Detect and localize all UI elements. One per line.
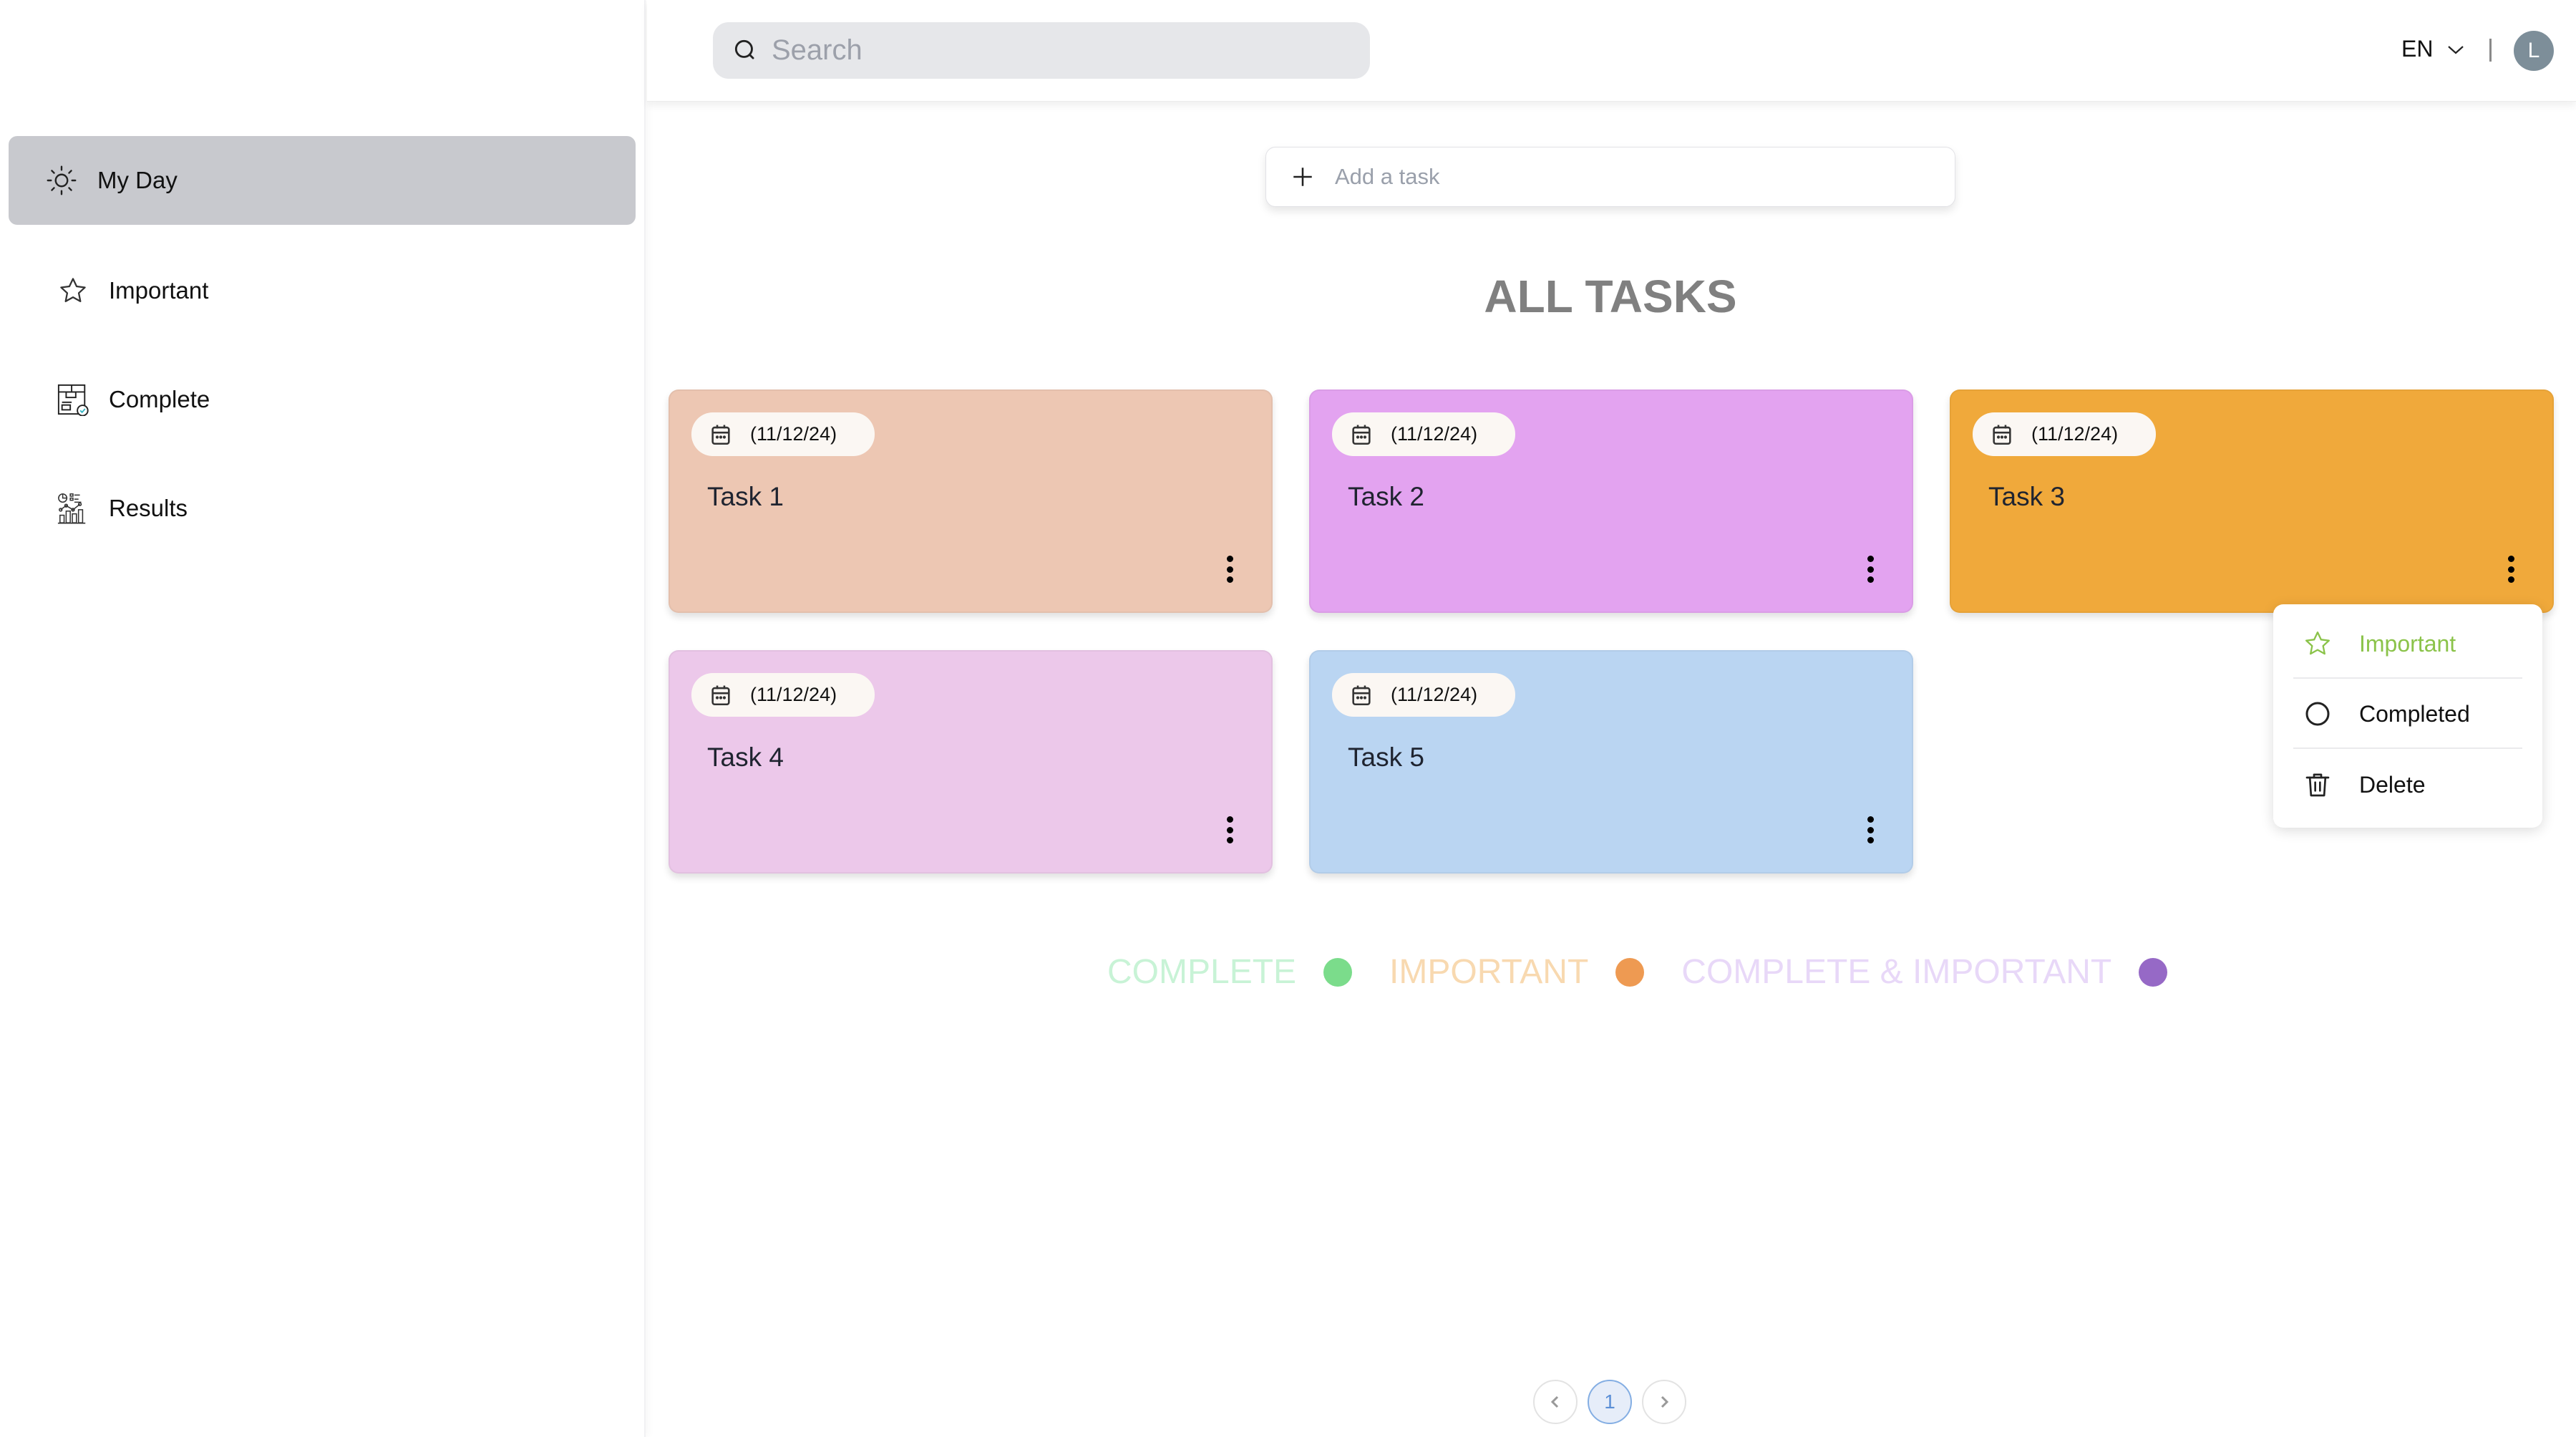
- star-icon: [56, 274, 90, 308]
- search-input[interactable]: [772, 34, 1344, 67]
- task-card[interactable]: (11/12/24) Task 1: [669, 390, 1273, 613]
- page-number: 1: [1604, 1390, 1615, 1413]
- sidebar-item-label: My Day: [97, 167, 178, 193]
- task-date: (11/12/24): [750, 423, 837, 445]
- sidebar-item-complete[interactable]: Complete: [9, 355, 636, 444]
- header-divider: [2489, 39, 2492, 62]
- legend-dot-important: [1615, 957, 1645, 987]
- more-options-icon[interactable]: [1221, 812, 1238, 848]
- chevron-right-icon: [1661, 1395, 1669, 1408]
- task-title: Task 5: [1348, 742, 1424, 772]
- calendar-icon: [1349, 422, 1374, 447]
- task-title: Task 3: [1988, 482, 2065, 511]
- calendar-icon: [709, 682, 733, 708]
- task-card[interactable]: (11/12/24) Task 2: [1309, 390, 1913, 613]
- menu-item-label: Important: [2359, 630, 2456, 657]
- task-date: (11/12/24): [750, 684, 837, 705]
- task-card[interactable]: (11/12/24) Task 5: [1309, 650, 1913, 874]
- menu-item-label: Delete: [2359, 771, 2426, 798]
- sun-icon: [44, 163, 79, 198]
- page-button-current[interactable]: 1: [1588, 1380, 1632, 1424]
- task-title: Task 2: [1348, 482, 1424, 511]
- previous-page-button[interactable]: [1533, 1380, 1578, 1424]
- plus-icon: [1291, 165, 1315, 189]
- calendar-icon: [1990, 422, 2014, 447]
- more-options-icon[interactable]: [1862, 812, 1879, 848]
- language-label: EN: [2401, 36, 2434, 62]
- circle-icon: [2303, 700, 2332, 728]
- avatar[interactable]: L: [2514, 31, 2554, 71]
- calendar-icon: [1349, 682, 1374, 708]
- task-context-menu: Important Completed Delete: [2273, 604, 2542, 828]
- add-task-input[interactable]: [1335, 164, 1922, 190]
- sidebar-item-results[interactable]: Results: [9, 464, 636, 553]
- task-date: (11/12/24): [1391, 423, 1478, 445]
- trash-icon: [2303, 770, 2332, 799]
- sidebar-item-important[interactable]: Important: [9, 246, 636, 335]
- menu-item-important[interactable]: Important: [2293, 610, 2522, 679]
- top-header: EN L: [647, 0, 2576, 102]
- next-page-button[interactable]: [1642, 1380, 1686, 1424]
- calendar-icon: [709, 422, 733, 447]
- sidebar-item-label: Results: [109, 495, 188, 521]
- date-badge: (11/12/24): [691, 412, 875, 456]
- date-badge: (11/12/24): [691, 673, 875, 717]
- date-badge: (11/12/24): [1332, 673, 1515, 717]
- star-icon: [2303, 629, 2332, 658]
- language-selector[interactable]: EN: [2401, 36, 2466, 62]
- more-options-icon[interactable]: [1862, 551, 1879, 587]
- menu-item-label: Completed: [2359, 700, 2470, 727]
- chevron-left-icon: [1550, 1395, 1559, 1408]
- chevron-down-icon: [2446, 42, 2466, 57]
- sidebar: My Day Important Complete Results: [0, 0, 646, 1437]
- pagination: 1: [1533, 1380, 1686, 1424]
- avatar-initial: L: [2527, 39, 2540, 62]
- sidebar-item-label: Complete: [109, 386, 210, 412]
- task-title: Task 1: [707, 482, 784, 511]
- more-options-icon[interactable]: [2502, 551, 2519, 587]
- legend-label-important: IMPORTANT: [1389, 953, 1589, 991]
- status-legend: COMPLETE IMPORTANT COMPLETE & IMPORTANT: [1107, 952, 2168, 992]
- add-task-bar[interactable]: [1265, 147, 1955, 207]
- date-badge: (11/12/24): [1332, 412, 1515, 456]
- search-bar[interactable]: [713, 22, 1370, 79]
- legend-dot-complete-important: [2139, 957, 2168, 987]
- legend-dot-complete: [1323, 957, 1353, 987]
- page-title: ALL TASKS: [1484, 271, 1737, 322]
- task-card[interactable]: (11/12/24) Task 3: [1950, 390, 2554, 613]
- more-options-icon[interactable]: [1221, 551, 1238, 587]
- legend-label-complete-important: COMPLETE & IMPORTANT: [1681, 953, 2112, 991]
- analytics-icon: [56, 491, 90, 526]
- complete-box-icon: [56, 382, 90, 417]
- legend-label-complete: COMPLETE: [1107, 953, 1297, 991]
- task-card[interactable]: (11/12/24) Task 4: [669, 650, 1273, 874]
- menu-item-delete[interactable]: Delete: [2293, 750, 2522, 819]
- sidebar-item-my-day[interactable]: My Day: [9, 136, 636, 225]
- menu-item-completed[interactable]: Completed: [2293, 680, 2522, 749]
- search-icon: [732, 37, 760, 65]
- date-badge: (11/12/24): [1973, 412, 2156, 456]
- sidebar-item-label: Important: [109, 277, 209, 304]
- task-date: (11/12/24): [2031, 423, 2119, 445]
- task-date: (11/12/24): [1391, 684, 1478, 705]
- task-title: Task 4: [707, 742, 784, 772]
